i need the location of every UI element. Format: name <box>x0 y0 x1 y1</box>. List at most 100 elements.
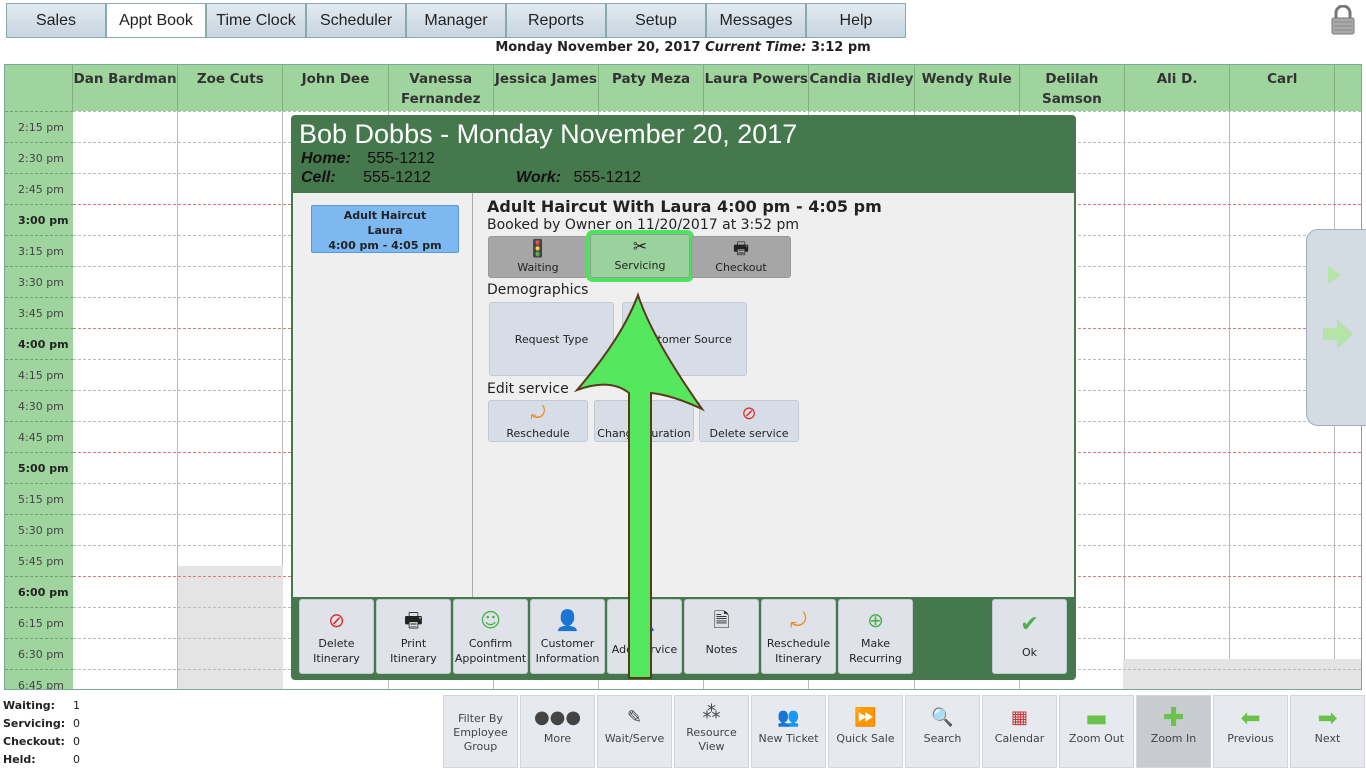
notes-button[interactable]: 🗎 Notes <box>684 599 759 674</box>
servicing-button[interactable]: ✂ Servicing <box>586 230 694 282</box>
tab-time-clock[interactable]: Time Clock <box>206 3 306 38</box>
dialog-title: Bob Dobbs - Monday November 20, 2017 <box>299 119 798 149</box>
employee-column-header[interactable]: Vanessa Fernandez <box>388 65 494 111</box>
tab-messages[interactable]: Messages <box>706 3 806 38</box>
wait-serve-button[interactable]: ✎ Wait/Serve <box>597 695 672 768</box>
edit-service-label: Edit service <box>487 381 569 397</box>
time-slot-label: 6:45 pm <box>5 669 73 689</box>
scroll-right-small-icon[interactable] <box>1325 260 1347 290</box>
delete-service-label: Delete service <box>709 427 789 440</box>
time-slot-label: 3:45 pm <box>5 297 73 328</box>
lock-icon[interactable] <box>1330 5 1356 35</box>
current-time: 3:12 pm <box>810 40 871 55</box>
traffic-light-icon: 🚦 <box>527 239 549 259</box>
current-date-bar: Monday November 20, 2017 Current Time: 3… <box>0 40 1366 55</box>
next-button[interactable]: ➡ Next <box>1290 695 1365 768</box>
tab-help[interactable]: Help <box>806 3 906 38</box>
more-button[interactable]: ●●● More <box>520 695 595 768</box>
service-heading: Adult Haircut With Laura 4:00 pm - 4:05 … <box>487 197 882 216</box>
next-label: Next <box>1314 732 1341 745</box>
zoom-in-button[interactable]: ✚ Zoom In <box>1136 695 1211 768</box>
tab-scheduler[interactable]: Scheduler <box>306 3 406 38</box>
filter-employee-group-label: Filter By Employee Group <box>453 712 508 753</box>
calendar-button[interactable]: ▦ Calendar <box>982 695 1057 768</box>
filter-employee-group-button[interactable]: Filter By Employee Group <box>443 695 518 768</box>
itinerary-service-time: 4:00 pm - 4:05 pm <box>328 239 442 252</box>
employee-column-header[interactable]: Dan Bardman <box>73 65 179 111</box>
time-slot-label: 6:00 pm <box>5 576 73 607</box>
customer-source-button[interactable]: Customer Source <box>622 302 747 376</box>
tab-reports[interactable]: Reports <box>506 3 606 38</box>
dialog-action-bar: ⊘ Delete Itinerary 🖶 Print Itinerary ☺ Confir… <box>299 599 915 675</box>
customer-information-button[interactable]: 👤 Customer Information <box>530 599 605 674</box>
waiting-label: Waiting <box>517 261 559 274</box>
checkmark-icon: ✔ <box>1020 612 1039 637</box>
reschedule-label: Reschedule <box>506 427 570 440</box>
tab-manager[interactable]: Manager <box>406 3 506 38</box>
add-service-button[interactable]: 👤 Add Service <box>607 599 682 674</box>
time-slot-label: 5:00 pm <box>5 452 73 483</box>
new-ticket-button[interactable]: 👥 New Ticket <box>751 695 826 768</box>
tab-appt-book[interactable]: Appt Book <box>106 3 206 38</box>
change-duration-button[interactable]: ⧖ Change Duration <box>594 400 694 442</box>
quick-sale-button[interactable]: ⏩ Quick Sale <box>828 695 903 768</box>
request-type-button[interactable]: Request Type <box>489 302 614 376</box>
employee-column-header[interactable]: Paty Meza <box>599 65 705 111</box>
resource-icon: ⁂ <box>702 702 721 723</box>
resource-view-button[interactable]: ⁂ Resource View <box>674 695 749 768</box>
tab-sales[interactable]: Sales <box>6 3 106 38</box>
previous-button[interactable]: ⬅ Previous <box>1213 695 1288 768</box>
employee-column-header[interactable]: Wendy Rule <box>914 65 1020 111</box>
plus-icon: ✚ <box>1162 703 1185 733</box>
change-duration-label: Change Duration <box>597 427 691 440</box>
checkout-button[interactable]: 🖶 Checkout <box>691 236 791 278</box>
reschedule-itinerary-button[interactable]: ⤾ Reschedule Itinerary <box>761 599 836 674</box>
scroll-right-large-icon[interactable] <box>1321 315 1355 353</box>
confirm-appointment-button[interactable]: ☺ Confirm Appointment <box>453 599 528 674</box>
add-person-icon: 👤 <box>632 608 657 632</box>
employee-column-header[interactable]: Ali D. <box>1125 65 1231 111</box>
add-service-label: Add Service <box>611 643 678 656</box>
employee-column[interactable] <box>1125 111 1231 689</box>
prohibited-icon: ⊘ <box>741 403 757 424</box>
employee-column-header[interactable]: Zoe Cuts <box>178 65 284 111</box>
time-slot-label: 5:30 pm <box>5 514 73 545</box>
waiting-button[interactable]: 🚦 Waiting <box>488 236 588 278</box>
delete-service-button[interactable]: ⊘ Delete service <box>699 400 799 442</box>
confirm-appointment-label-2: Appointment <box>454 652 527 665</box>
work-number: 555-1212 <box>573 169 642 186</box>
time-slot-label: 6:15 pm <box>5 607 73 638</box>
employee-column[interactable] <box>73 111 179 689</box>
employee-column-header[interactable]: Carl <box>1230 65 1336 111</box>
employee-column-header[interactable]: Edi <box>1335 65 1361 111</box>
new-ticket-label: New Ticket <box>758 732 819 745</box>
search-button[interactable]: 🔍 Search <box>905 695 980 768</box>
zoom-out-button[interactable]: ▬ Zoom Out <box>1059 695 1134 768</box>
side-scroll-panel[interactable] <box>1306 229 1366 426</box>
make-recurring-button[interactable]: ⊕ Make Recurring <box>838 599 913 674</box>
employee-column-header[interactable]: Jessica James <box>493 65 599 111</box>
itinerary-service-item[interactable]: Adult Haircut Laura 4:00 pm - 4:05 pm <box>311 205 459 253</box>
itinerary-service-staff: Laura <box>367 224 403 237</box>
ok-label: Ok <box>1021 646 1038 659</box>
delete-itinerary-button[interactable]: ⊘ Delete Itinerary <box>299 599 374 674</box>
customer-information-label-2: Information <box>535 652 600 665</box>
tab-setup[interactable]: Setup <box>606 3 706 38</box>
time-slot-label: 3:00 pm <box>5 204 73 235</box>
print-itinerary-button[interactable]: 🖶 Print Itinerary <box>376 599 451 674</box>
customer-information-label: Customer <box>540 637 595 650</box>
recurring-icon: ⊕ <box>867 608 884 632</box>
employee-column-header[interactable]: Laura Powers <box>704 65 810 111</box>
prohibited-icon: ⊘ <box>328 608 345 632</box>
ok-button[interactable]: ✔ Ok <box>992 599 1067 674</box>
waiting-count: Waiting: 1 <box>3 697 83 715</box>
employee-column-header[interactable]: Candia Ridley <box>809 65 915 111</box>
employee-column-header[interactable]: Delilah Samson <box>1019 65 1125 111</box>
reschedule-icon: ⤾ <box>530 403 546 424</box>
confirm-appointment-label: Confirm <box>468 637 513 650</box>
checkout-label: Checkout <box>715 261 767 274</box>
employee-column-header[interactable]: John Dee <box>283 65 389 111</box>
zoom-in-label: Zoom In <box>1150 732 1197 745</box>
minus-icon: ▬ <box>1085 704 1108 732</box>
reschedule-button[interactable]: ⤾ Reschedule <box>488 400 588 442</box>
